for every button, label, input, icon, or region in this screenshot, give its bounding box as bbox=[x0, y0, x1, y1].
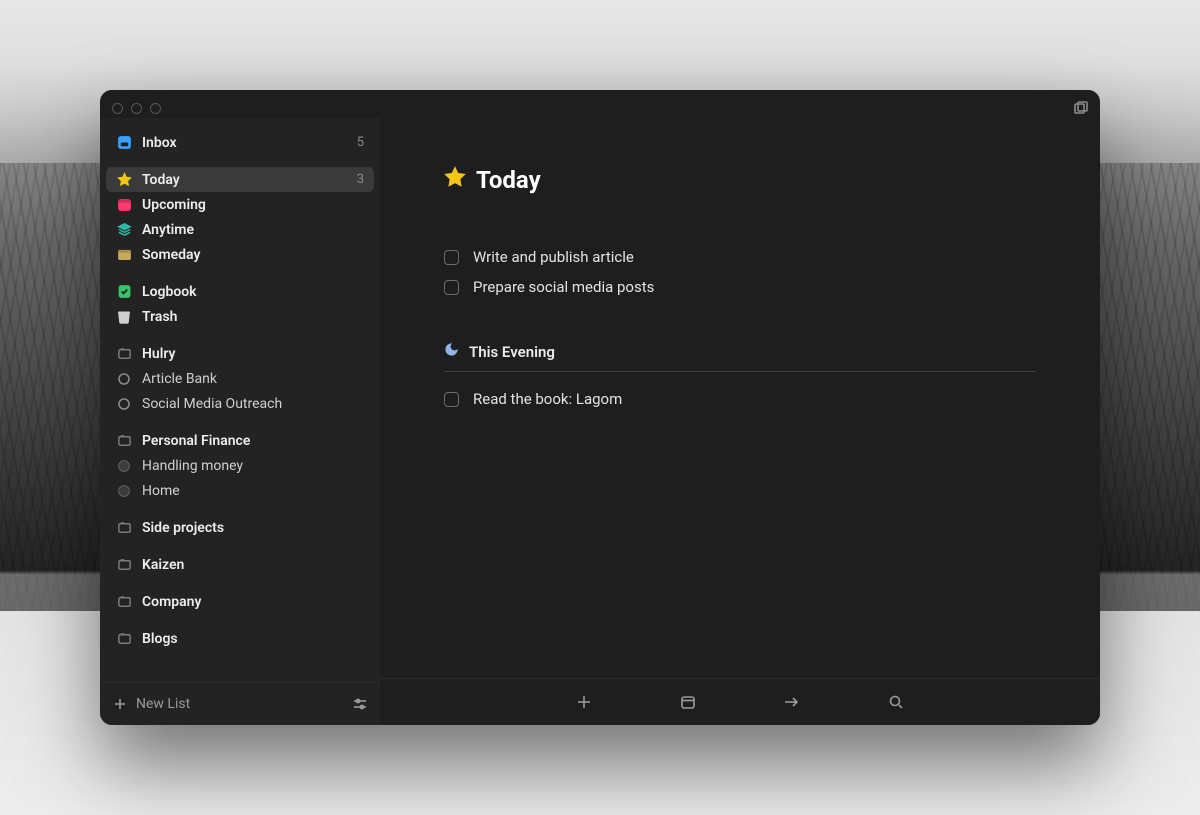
todo-item[interactable]: Prepare social media posts bbox=[444, 272, 1036, 302]
bottom-toolbar bbox=[380, 678, 1100, 725]
todo-item[interactable]: Write and publish article bbox=[444, 242, 1036, 272]
sidebar-item-label: Logbook bbox=[142, 284, 197, 300]
sidebar-item-upcoming[interactable]: Upcoming bbox=[106, 192, 374, 217]
move-icon[interactable] bbox=[782, 692, 802, 712]
settings-sliders-icon[interactable] bbox=[352, 696, 368, 712]
checkbox[interactable] bbox=[444, 392, 459, 407]
this-evening-label: This Evening bbox=[469, 343, 555, 361]
sidebar-item-label: Kaizen bbox=[142, 557, 184, 573]
this-evening-header: This Evening bbox=[444, 342, 1036, 372]
area-icon bbox=[116, 433, 132, 449]
sidebar-item-personal-finance[interactable]: Personal Finance bbox=[106, 428, 374, 453]
sidebar-item-label: Blogs bbox=[142, 631, 178, 647]
area-icon bbox=[116, 631, 132, 647]
sidebar-item-blogs[interactable]: Blogs bbox=[106, 626, 374, 651]
sidebar-item-label: Personal Finance bbox=[142, 433, 250, 449]
sidebar-item-anytime[interactable]: Anytime bbox=[106, 217, 374, 242]
sidebar-item-social-outreach[interactable]: Social Media Outreach bbox=[106, 391, 374, 416]
sidebar-item-hulry[interactable]: Hulry bbox=[106, 341, 374, 366]
sidebar-item-label: Anytime bbox=[142, 222, 194, 238]
sidebar-item-logbook[interactable]: Logbook bbox=[106, 279, 374, 304]
sidebar-item-kaizen[interactable]: Kaizen bbox=[106, 552, 374, 577]
new-list-button[interactable]: New List bbox=[136, 696, 190, 712]
todo-label: Read the book: Lagom bbox=[473, 390, 622, 408]
calendar-icon[interactable] bbox=[678, 692, 698, 712]
area-icon bbox=[116, 557, 132, 573]
moon-icon bbox=[444, 342, 459, 361]
sidebar-item-label: Upcoming bbox=[142, 197, 206, 213]
sidebar-item-label: Someday bbox=[142, 247, 200, 263]
sidebar-item-handling-money[interactable]: Handling money bbox=[106, 453, 374, 478]
sidebar-item-home[interactable]: Home bbox=[106, 478, 374, 503]
traffic-lights bbox=[112, 103, 161, 114]
project-dim-icon bbox=[116, 483, 132, 499]
sidebar-item-someday[interactable]: Someday bbox=[106, 242, 374, 267]
new-todo-button[interactable] bbox=[574, 692, 594, 712]
sidebar-item-label: Handling money bbox=[142, 458, 243, 474]
sidebar-item-label: Social Media Outreach bbox=[142, 396, 282, 412]
sidebar-item-label: Today bbox=[142, 172, 180, 188]
project-dim-icon bbox=[116, 458, 132, 474]
sidebar-item-count: 5 bbox=[357, 135, 364, 150]
logbook-icon bbox=[116, 284, 132, 300]
sidebar-item-label: Article Bank bbox=[142, 371, 217, 387]
sidebar-item-label: Hulry bbox=[142, 346, 175, 362]
sidebar-item-inbox[interactable]: Inbox 5 bbox=[106, 130, 374, 155]
stack-icon bbox=[116, 222, 132, 238]
area-icon bbox=[116, 346, 132, 362]
sidebar-item-today[interactable]: Today 3 bbox=[106, 167, 374, 192]
sidebar-item-label: Side projects bbox=[142, 520, 224, 536]
traffic-minimize[interactable] bbox=[131, 103, 142, 114]
trash-icon bbox=[116, 309, 132, 325]
sidebar-item-label: Company bbox=[142, 594, 201, 610]
sidebar-item-label: Inbox bbox=[142, 135, 177, 151]
sidebar-item-company[interactable]: Company bbox=[106, 589, 374, 614]
sidebar-item-side-projects[interactable]: Side projects bbox=[106, 515, 374, 540]
traffic-zoom[interactable] bbox=[150, 103, 161, 114]
area-icon bbox=[116, 594, 132, 610]
sidebar-footer: New List bbox=[100, 682, 380, 725]
sidebar-item-label: Home bbox=[142, 483, 180, 499]
multi-window-icon[interactable] bbox=[1074, 101, 1088, 115]
todo-label: Prepare social media posts bbox=[473, 278, 654, 296]
project-icon bbox=[116, 371, 132, 387]
plus-icon[interactable] bbox=[112, 696, 128, 712]
star-icon bbox=[444, 166, 466, 194]
app-window: Inbox 5 Today 3 Upcoming Anytime Someday Logboo… bbox=[100, 90, 1100, 725]
page-title: Today bbox=[444, 166, 1036, 194]
area-icon bbox=[116, 520, 132, 536]
inbox-icon bbox=[116, 135, 132, 151]
archive-icon bbox=[116, 247, 132, 263]
star-icon bbox=[116, 172, 132, 188]
project-icon bbox=[116, 396, 132, 412]
sidebar: Inbox 5 Today 3 Upcoming Anytime Someday Logboo… bbox=[100, 118, 380, 725]
search-icon[interactable] bbox=[886, 692, 906, 712]
sidebar-item-trash[interactable]: Trash bbox=[106, 304, 374, 329]
checkbox[interactable] bbox=[444, 280, 459, 295]
traffic-close[interactable] bbox=[112, 103, 123, 114]
page-title-text: Today bbox=[476, 166, 541, 194]
sidebar-item-article-bank[interactable]: Article Bank bbox=[106, 366, 374, 391]
titlebar bbox=[100, 90, 1100, 118]
main-panel: Today Write and publish article Prepare s… bbox=[380, 118, 1100, 725]
sidebar-item-count: 3 bbox=[357, 172, 364, 187]
todo-item[interactable]: Read the book: Lagom bbox=[444, 384, 1036, 414]
checkbox[interactable] bbox=[444, 250, 459, 265]
todo-label: Write and publish article bbox=[473, 248, 634, 266]
calendar-icon bbox=[116, 197, 132, 213]
sidebar-item-label: Trash bbox=[142, 309, 177, 325]
